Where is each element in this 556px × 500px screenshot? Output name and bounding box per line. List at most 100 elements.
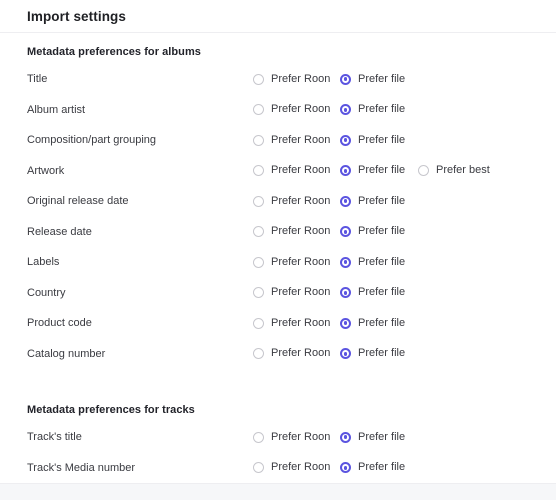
radio-selected-icon[interactable] xyxy=(340,287,351,299)
radio-option-prefer-roon[interactable]: Prefer Roon xyxy=(253,195,340,207)
radio-group-country: Prefer Roon Prefer file xyxy=(253,286,529,299)
setting-label: Labels xyxy=(27,256,60,269)
radio-option-prefer-file[interactable]: Prefer file xyxy=(340,462,418,474)
panel-header: Import settings xyxy=(0,0,556,33)
radio-option-label: Prefer file xyxy=(358,72,406,85)
page-title: Import settings xyxy=(27,8,127,24)
radio-unselected-icon[interactable] xyxy=(253,134,264,146)
radio-unselected-icon[interactable] xyxy=(253,226,264,238)
radio-group-tracks-title: Prefer Roon Prefer file xyxy=(253,430,529,443)
radio-option-label: Prefer Roon xyxy=(271,461,331,474)
radio-group-title: Prefer Roon Prefer file xyxy=(253,72,529,85)
radio-option-label: Prefer Roon xyxy=(271,103,331,116)
radio-option-label: Prefer file xyxy=(358,103,406,116)
setting-label: Product code xyxy=(27,317,92,330)
radio-option-prefer-best[interactable]: Prefer best xyxy=(418,164,490,177)
setting-row-album-artist: Album artist Prefer Roon Prefer file xyxy=(27,95,529,126)
section-heading: Metadata preferences for tracks xyxy=(27,404,195,416)
radio-option-prefer-file[interactable]: Prefer file xyxy=(340,316,418,329)
radio-option-label: Prefer best xyxy=(436,164,490,177)
setting-row-catalog-number: Catalog number Prefer Roon Prefer file xyxy=(27,339,529,370)
radio-selected-icon[interactable] xyxy=(340,195,351,207)
radio-group-album-artist: Prefer Roon Prefer file xyxy=(253,103,529,116)
radio-option-label: Prefer Roon xyxy=(271,286,331,299)
radio-unselected-icon[interactable] xyxy=(253,73,264,85)
setting-label: Release date xyxy=(27,225,92,238)
radio-option-label: Prefer Roon xyxy=(271,255,331,268)
radio-option-label: Prefer file xyxy=(358,347,406,360)
setting-row-tracks-media-number: Track's Media number Prefer Roon Prefer fi… xyxy=(27,453,529,484)
radio-selected-icon[interactable] xyxy=(340,317,351,329)
setting-row-artwork: Artwork Prefer Roon Prefer file Prefer best xyxy=(27,156,529,187)
radio-unselected-icon[interactable] xyxy=(253,317,264,329)
radio-option-prefer-roon[interactable]: Prefer Roon xyxy=(253,316,340,329)
radio-unselected-icon[interactable] xyxy=(253,431,264,443)
radio-unselected-icon[interactable] xyxy=(418,165,429,177)
radio-unselected-icon[interactable] xyxy=(253,165,264,177)
import-settings-panel: Import settings Metadata preferences for… xyxy=(0,0,556,500)
radio-option-label: Prefer file xyxy=(358,430,406,443)
radio-option-prefer-roon[interactable]: Prefer Roon xyxy=(253,103,340,116)
radio-selected-icon[interactable] xyxy=(340,348,351,360)
radio-option-prefer-roon[interactable]: Prefer Roon xyxy=(253,226,340,238)
radio-option-prefer-roon[interactable]: Prefer Roon xyxy=(253,286,340,299)
radio-selected-icon[interactable] xyxy=(340,134,351,146)
section-heading: Metadata preferences for albums xyxy=(27,46,201,58)
setting-label: Title xyxy=(27,73,48,86)
radio-option-label: Prefer file xyxy=(358,164,406,177)
radio-group-artwork: Prefer Roon Prefer file Prefer best xyxy=(253,164,529,177)
radio-option-prefer-file[interactable]: Prefer file xyxy=(340,72,418,85)
radio-selected-icon[interactable] xyxy=(340,226,351,238)
radio-selected-icon[interactable] xyxy=(340,256,351,268)
setting-label: Track's title xyxy=(27,431,82,444)
radio-group-tracks-media-number: Prefer Roon Prefer file xyxy=(253,461,529,474)
radio-unselected-icon[interactable] xyxy=(253,256,264,268)
radio-option-prefer-file[interactable]: Prefer file xyxy=(340,430,418,443)
radio-unselected-icon[interactable] xyxy=(253,104,264,116)
settings-section-metadata-preferences-for-albums: Metadata preferences for albums Title Pref… xyxy=(27,33,529,369)
radio-selected-icon[interactable] xyxy=(340,104,351,116)
radio-option-prefer-file[interactable]: Prefer file xyxy=(340,347,418,360)
radio-unselected-icon[interactable] xyxy=(253,348,264,360)
radio-option-prefer-roon[interactable]: Prefer Roon xyxy=(253,134,340,146)
radio-option-label: Prefer Roon xyxy=(271,316,331,329)
radio-option-label: Prefer Roon xyxy=(271,72,331,85)
radio-unselected-icon[interactable] xyxy=(253,287,264,299)
radio-option-prefer-file[interactable]: Prefer file xyxy=(340,256,418,268)
radio-selected-icon[interactable] xyxy=(340,431,351,443)
setting-label: Catalog number xyxy=(27,347,106,360)
radio-option-label: Prefer Roon xyxy=(271,164,331,177)
setting-label: Composition/part grouping xyxy=(27,134,157,147)
radio-group-labels: Prefer Roon Prefer file xyxy=(253,255,529,268)
radio-unselected-icon[interactable] xyxy=(253,462,264,474)
panel-footer xyxy=(0,483,556,500)
radio-option-prefer-roon[interactable]: Prefer Roon xyxy=(253,72,340,85)
radio-unselected-icon[interactable] xyxy=(253,195,264,207)
radio-group-composition-part-grouping: Prefer Roon Prefer file xyxy=(253,133,529,146)
radio-option-prefer-file[interactable]: Prefer file xyxy=(340,225,418,238)
radio-selected-icon[interactable] xyxy=(340,462,351,474)
radio-option-prefer-roon[interactable]: Prefer Roon xyxy=(253,348,340,360)
radio-option-label: Prefer file xyxy=(358,133,406,146)
radio-group-catalog-number: Prefer Roon Prefer file xyxy=(253,347,529,360)
radio-option-prefer-file[interactable]: Prefer file xyxy=(340,103,418,116)
setting-label: Artwork xyxy=(27,164,65,177)
radio-option-label: Prefer file xyxy=(358,225,406,238)
radio-selected-icon[interactable] xyxy=(340,73,351,85)
radio-option-prefer-roon[interactable]: Prefer Roon xyxy=(253,461,340,474)
setting-row-original-release-date: Original release date Prefer Roon Prefer f… xyxy=(27,186,529,217)
radio-option-prefer-roon[interactable]: Prefer Roon xyxy=(253,164,340,177)
setting-label: Original release date xyxy=(27,195,129,208)
radio-option-prefer-file[interactable]: Prefer file xyxy=(340,133,418,146)
setting-label: Country xyxy=(27,286,66,299)
radio-selected-icon[interactable] xyxy=(340,165,351,177)
radio-option-label: Prefer file xyxy=(358,286,406,299)
settings-list: Metadata preferences for albums Title Pref… xyxy=(0,33,556,483)
radio-option-prefer-file[interactable]: Prefer file xyxy=(340,164,418,177)
settings-section-metadata-preferences-for-tracks: Metadata preferences for tracks Track's t… xyxy=(27,369,529,483)
radio-option-prefer-roon[interactable]: Prefer Roon xyxy=(253,255,340,268)
radio-option-prefer-file[interactable]: Prefer file xyxy=(340,195,418,207)
radio-option-prefer-file[interactable]: Prefer file xyxy=(340,286,418,299)
radio-option-prefer-roon[interactable]: Prefer Roon xyxy=(253,431,340,443)
radio-option-label: Prefer file xyxy=(358,316,406,329)
